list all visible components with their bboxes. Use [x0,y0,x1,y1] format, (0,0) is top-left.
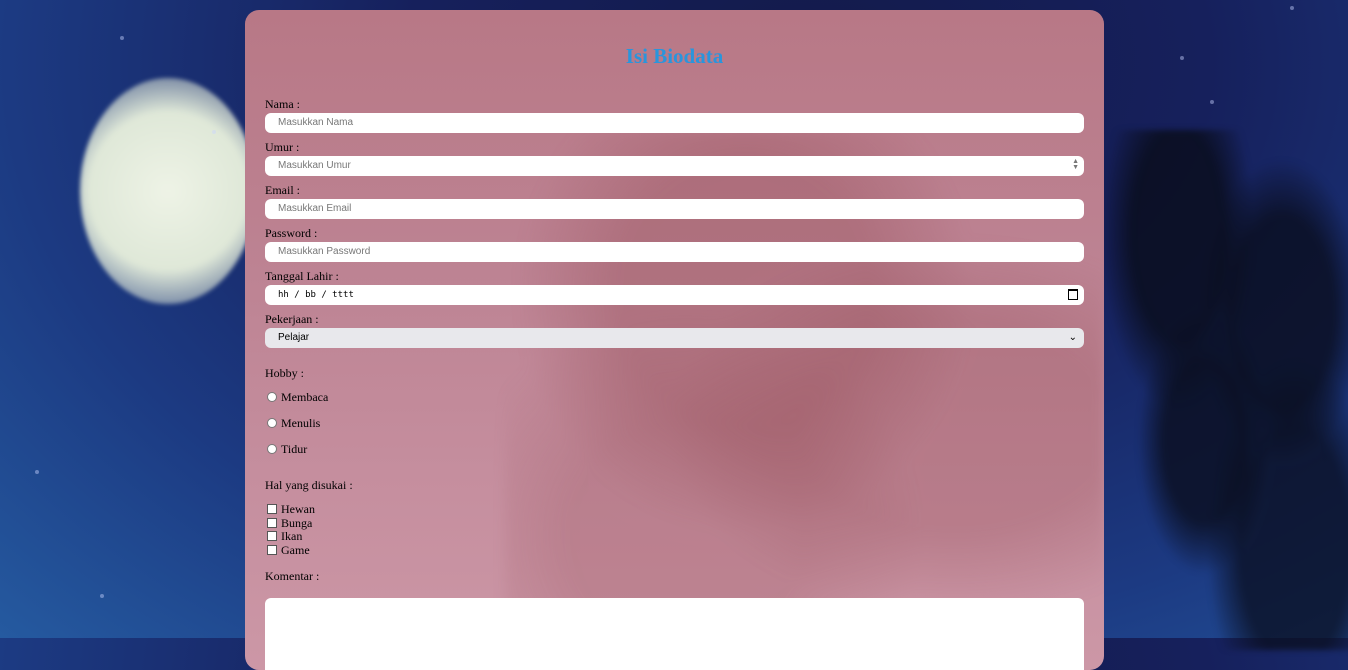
password-label: Password : [265,226,318,240]
tanggal-lahir-input[interactable]: hh / bb / tttt [265,285,1084,305]
number-spinner-icon[interactable]: ▲ ▼ [1072,158,1079,171]
biodata-form-card: Isi Biodata Nama : Masukkan Nama Umur : … [245,10,1104,670]
nama-input[interactable]: Masukkan Nama [265,113,1084,133]
form-title: Isi Biodata [625,44,724,68]
password-input[interactable]: Masukkan Password [265,242,1084,262]
calendar-icon[interactable] [1068,289,1078,300]
disukai-option-label: Ikan [281,529,303,543]
background-star [1180,56,1184,60]
hobby-option-label: Membaca [281,390,329,404]
hobby-radio-menulis[interactable] [267,418,277,428]
disukai-checkbox-ikan[interactable] [267,531,277,541]
background-star [212,130,216,134]
email-input[interactable]: Masukkan Email [265,199,1084,219]
pekerjaan-label: Pekerjaan : [265,312,319,326]
umur-placeholder: Masukkan Umur [278,160,351,171]
disukai-option-label: Hewan [281,502,315,516]
email-label: Email : [265,183,300,197]
hobby-option-label: Tidur [281,442,308,456]
nama-placeholder: Masukkan Nama [278,117,354,128]
background-star [100,594,104,598]
hobby-label: Hobby : [265,366,304,380]
tanggal-lahir-label: Tanggal Lahir : [265,269,339,283]
disukai-checkbox-bunga[interactable] [267,518,277,528]
background-tree [1100,130,1348,650]
pekerjaan-select[interactable]: Pelajar ⌄ [265,328,1084,348]
komentar-textarea[interactable] [265,598,1084,670]
umur-label: Umur : [265,140,300,154]
hobby-option-label: Menulis [281,416,321,430]
komentar-label: Komentar : [265,569,320,583]
email-placeholder: Masukkan Email [278,203,352,214]
background-star [1290,6,1294,10]
hobby-radio-membaca[interactable] [267,392,277,402]
date-placeholder: hh / bb / tttt [278,290,354,300]
disukai-option-label: Game [281,543,310,557]
background-star [35,470,39,474]
nama-label: Nama : [265,97,300,111]
background-moon [80,78,256,304]
chevron-down-icon: ⌄ [1068,332,1077,343]
umur-input[interactable]: Masukkan Umur ▲ ▼ [265,156,1084,176]
disukai-label: Hal yang disukai : [265,478,353,492]
background-star [1210,100,1214,104]
password-placeholder: Masukkan Password [278,246,371,257]
disukai-checkbox-hewan[interactable] [267,504,277,514]
background-star [120,36,124,40]
hobby-radio-tidur[interactable] [267,444,277,454]
disukai-checkbox-game[interactable] [267,545,277,555]
pekerjaan-selected: Pelajar [278,332,310,343]
